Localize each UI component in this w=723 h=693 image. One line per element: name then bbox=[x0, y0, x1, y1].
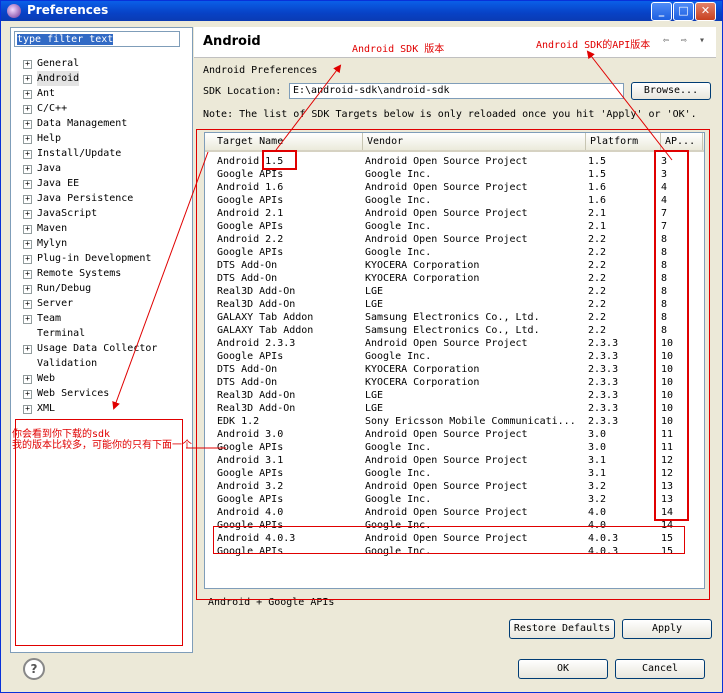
arrow-to-note bbox=[112, 151, 209, 410]
arrow-to-api-version bbox=[586, 50, 673, 161]
arrow-to-sdk-version bbox=[275, 64, 342, 151]
annotation-arrows bbox=[112, 50, 673, 449]
